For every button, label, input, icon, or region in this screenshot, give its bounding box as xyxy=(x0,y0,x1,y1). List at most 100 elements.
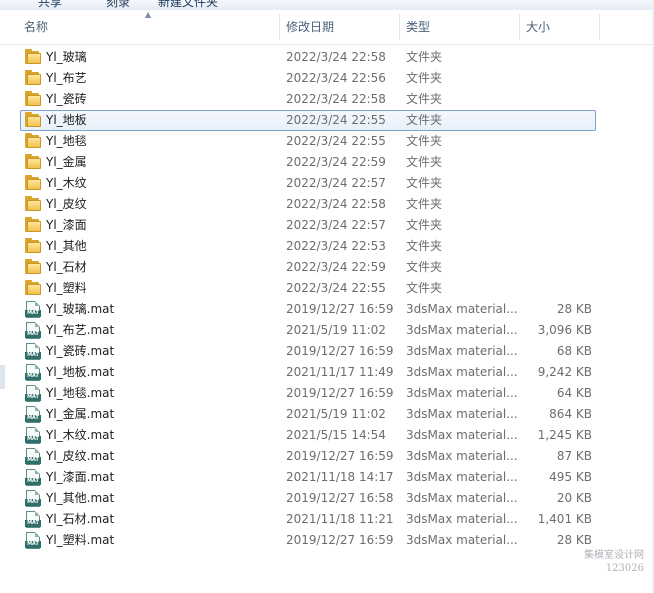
file-size xyxy=(521,195,592,214)
file-size xyxy=(521,153,592,172)
file-name: Yl_皮纹 xyxy=(46,197,87,211)
file-row[interactable]: MAT Yl_漆面.mat 2021/11/18 14:17 3dsMax mater… xyxy=(20,467,596,488)
file-size: 28 KB xyxy=(556,533,592,547)
mat-file-icon: MAT xyxy=(25,532,41,549)
modified-date: 2021/11/17 11:49 xyxy=(286,365,394,379)
modified-date: 2022/3/24 22:58 xyxy=(286,92,386,106)
file-row[interactable]: MAT Yl_其他.mat 2019/12/27 16:58 3dsMax mater… xyxy=(20,488,596,509)
mat-file-icon: MAT xyxy=(25,301,41,318)
file-size xyxy=(521,132,592,151)
column-header-date[interactable]: 修改日期 xyxy=(280,10,400,44)
folder-icon xyxy=(25,91,41,108)
folder-row[interactable]: Yl_石材 2022/3/24 22:59 文件夹 xyxy=(20,257,596,278)
file-type: 文件夹 xyxy=(406,176,443,190)
file-name: Yl_玻璃 xyxy=(46,50,87,64)
file-type: 3dsMax material... xyxy=(406,323,518,337)
folder-row[interactable]: Yl_地板 2022/3/24 22:55 文件夹 xyxy=(20,110,596,131)
file-name: Yl_漆面.mat xyxy=(46,470,115,484)
folder-row[interactable]: Yl_玻璃 2022/3/24 22:58 文件夹 xyxy=(20,47,596,68)
file-type: 3dsMax material... xyxy=(406,512,518,526)
folder-row[interactable]: Yl_其他 2022/3/24 22:53 文件夹 xyxy=(20,236,596,257)
mat-file-icon: MAT xyxy=(25,385,41,402)
file-name: Yl_木纹.mat xyxy=(46,428,115,442)
burn-button[interactable]: 刻录 xyxy=(106,0,130,10)
file-size: 495 KB xyxy=(549,470,592,484)
folder-row[interactable]: Yl_木纹 2022/3/24 22:57 文件夹 xyxy=(20,173,596,194)
folder-row[interactable]: Yl_地毯 2022/3/24 22:55 文件夹 xyxy=(20,131,596,152)
column-header-type[interactable]: 类型 xyxy=(400,10,520,44)
file-row[interactable]: MAT Yl_瓷砖.mat 2019/12/27 16:59 3dsMax mater… xyxy=(20,341,596,362)
file-row[interactable]: MAT Yl_玻璃.mat 2019/12/27 16:59 3dsMax mater… xyxy=(20,299,596,320)
file-name: Yl_塑料 xyxy=(46,281,87,295)
file-type: 3dsMax material... xyxy=(406,491,518,505)
file-name: Yl_皮纹.mat xyxy=(46,449,115,463)
file-size xyxy=(521,111,592,130)
file-name: Yl_石材 xyxy=(46,260,87,274)
file-size: 3,096 KB xyxy=(537,323,592,337)
column-header-size[interactable]: 大小 xyxy=(520,10,600,44)
file-type: 文件夹 xyxy=(406,281,443,295)
folder-row[interactable]: Yl_金属 2022/3/24 22:59 文件夹 xyxy=(20,152,596,173)
file-name: Yl_石材.mat xyxy=(46,512,115,526)
modified-date: 2019/12/27 16:59 xyxy=(286,344,394,358)
column-header-name[interactable]: 名称 xyxy=(18,10,280,44)
file-type: 3dsMax material... xyxy=(406,407,518,421)
file-row[interactable]: MAT Yl_石材.mat 2021/11/18 11:21 3dsMax mater… xyxy=(20,509,596,530)
file-type: 文件夹 xyxy=(406,71,443,85)
file-name: Yl_布艺.mat xyxy=(46,323,115,337)
modified-date: 2022/3/24 22:55 xyxy=(286,281,386,295)
file-size: 68 KB xyxy=(556,344,592,358)
share-button[interactable]: 共享 xyxy=(38,0,62,10)
file-type: 3dsMax material... xyxy=(406,365,518,379)
column-divider[interactable] xyxy=(599,14,600,40)
file-type: 3dsMax material... xyxy=(406,533,518,547)
folder-row[interactable]: Yl_漆面 2022/3/24 22:57 文件夹 xyxy=(20,215,596,236)
file-size: 1,245 KB xyxy=(537,428,592,442)
column-header-bar: ▲ 名称 修改日期 类型 大小 xyxy=(0,10,654,45)
file-row[interactable]: MAT Yl_皮纹.mat 2019/12/27 16:59 3dsMax mater… xyxy=(20,446,596,467)
folder-icon xyxy=(25,112,41,129)
file-name: Yl_其他.mat xyxy=(46,491,115,505)
file-type: 文件夹 xyxy=(406,197,443,211)
folder-icon xyxy=(25,280,41,297)
file-type: 文件夹 xyxy=(406,50,443,64)
file-size xyxy=(521,237,592,256)
file-row[interactable]: MAT Yl_塑料.mat 2019/12/27 16:59 3dsMax mater… xyxy=(20,530,596,551)
file-name: Yl_金属 xyxy=(46,155,87,169)
folder-row[interactable]: Yl_瓷砖 2022/3/24 22:58 文件夹 xyxy=(20,89,596,110)
folder-row[interactable]: Yl_布艺 2022/3/24 22:56 文件夹 xyxy=(20,68,596,89)
file-row[interactable]: MAT Yl_地毯.mat 2019/12/27 16:59 3dsMax mater… xyxy=(20,383,596,404)
file-size xyxy=(521,48,592,67)
file-row[interactable]: MAT Yl_地板.mat 2021/11/17 11:49 3dsMax mater… xyxy=(20,362,596,383)
file-size: 20 KB xyxy=(556,491,592,505)
file-type: 文件夹 xyxy=(406,134,443,148)
file-name: Yl_地毯.mat xyxy=(46,386,115,400)
modified-date: 2022/3/24 22:55 xyxy=(286,134,386,148)
modified-date: 2022/3/24 22:59 xyxy=(286,260,386,274)
watermark: 集模室设计网 123026 xyxy=(584,549,644,575)
file-name: Yl_漆面 xyxy=(46,218,87,232)
folder-row[interactable]: Yl_皮纹 2022/3/24 22:58 文件夹 xyxy=(20,194,596,215)
file-type: 3dsMax material... xyxy=(406,344,518,358)
file-size xyxy=(521,258,592,277)
mat-file-icon: MAT xyxy=(25,511,41,528)
file-row[interactable]: MAT Yl_布艺.mat 2021/5/19 11:02 3dsMax materi… xyxy=(20,320,596,341)
navigation-pane-edge[interactable] xyxy=(0,365,5,389)
file-size xyxy=(521,90,592,109)
file-size xyxy=(521,216,592,235)
file-name: Yl_地板 xyxy=(46,113,87,127)
modified-date: 2019/12/27 16:59 xyxy=(286,386,394,400)
file-row[interactable]: MAT Yl_金属.mat 2021/5/19 11:02 3dsMax materi… xyxy=(20,404,596,425)
file-size: 9,242 KB xyxy=(537,365,592,379)
mat-file-icon: MAT xyxy=(25,322,41,339)
file-size: 64 KB xyxy=(556,386,592,400)
modified-date: 2022/3/24 22:55 xyxy=(286,113,386,127)
modified-date: 2021/11/18 14:17 xyxy=(286,470,394,484)
modified-date: 2021/5/15 14:54 xyxy=(286,428,386,442)
file-row[interactable]: MAT Yl_木纹.mat 2021/5/15 14:54 3dsMax materi… xyxy=(20,425,596,446)
folder-row[interactable]: Yl_塑料 2022/3/24 22:55 文件夹 xyxy=(20,278,596,299)
mat-file-icon: MAT xyxy=(25,448,41,465)
new-folder-button[interactable]: 新建文件夹 xyxy=(158,0,218,10)
file-name: Yl_玻璃.mat xyxy=(46,302,115,316)
file-type: 文件夹 xyxy=(406,218,443,232)
